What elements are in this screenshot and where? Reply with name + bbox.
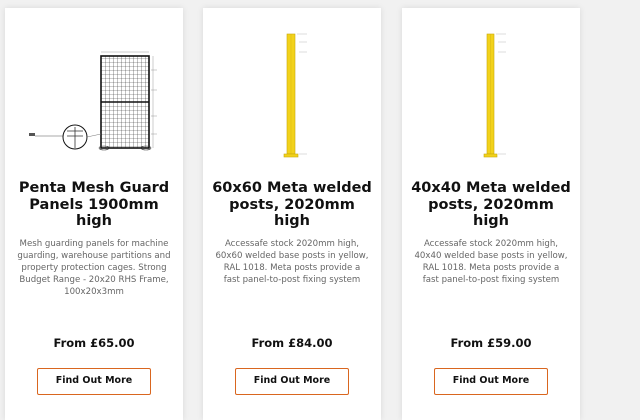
product-price: From £65.00 — [53, 336, 135, 350]
product-card-60x60-posts: 60x60 Meta welded posts, 2020mm high Acc… — [203, 8, 381, 420]
product-title[interactable]: Penta Mesh Guard Panels 1900mm high — [13, 180, 175, 230]
product-title[interactable]: 40x40 Meta welded posts, 2020mm high — [410, 180, 572, 230]
find-out-more-button[interactable]: Find Out More — [235, 368, 349, 395]
product-price: From £59.00 — [450, 336, 532, 350]
mesh-panel-drawing-icon — [29, 51, 157, 151]
product-description: Accessafe stock 2020mm high, 40x40 welde… — [414, 239, 568, 285]
yellow-post-drawing-icon — [283, 33, 307, 158]
mesh-panel-image[interactable] — [5, 30, 183, 170]
product-title[interactable]: 60x60 Meta welded posts, 2020mm high — [211, 180, 373, 230]
product-card-mesh-panels: Penta Mesh Guard Panels 1900mm high Mesh… — [5, 8, 183, 420]
post-image[interactable] — [402, 30, 580, 170]
yellow-post-drawing-icon — [483, 33, 506, 158]
post-image[interactable] — [203, 30, 381, 170]
find-out-more-button[interactable]: Find Out More — [434, 368, 548, 395]
product-price: From £84.00 — [251, 336, 333, 350]
find-out-more-button[interactable]: Find Out More — [37, 368, 151, 395]
product-card-40x40-posts: 40x40 Meta welded posts, 2020mm high Acc… — [402, 8, 580, 420]
product-description: Accessafe stock 2020mm high, 60x60 welde… — [215, 239, 369, 285]
product-description: Mesh guarding panels for machine guardin… — [17, 239, 171, 297]
product-grid: Penta Mesh Guard Panels 1900mm high Mesh… — [0, 0, 640, 420]
